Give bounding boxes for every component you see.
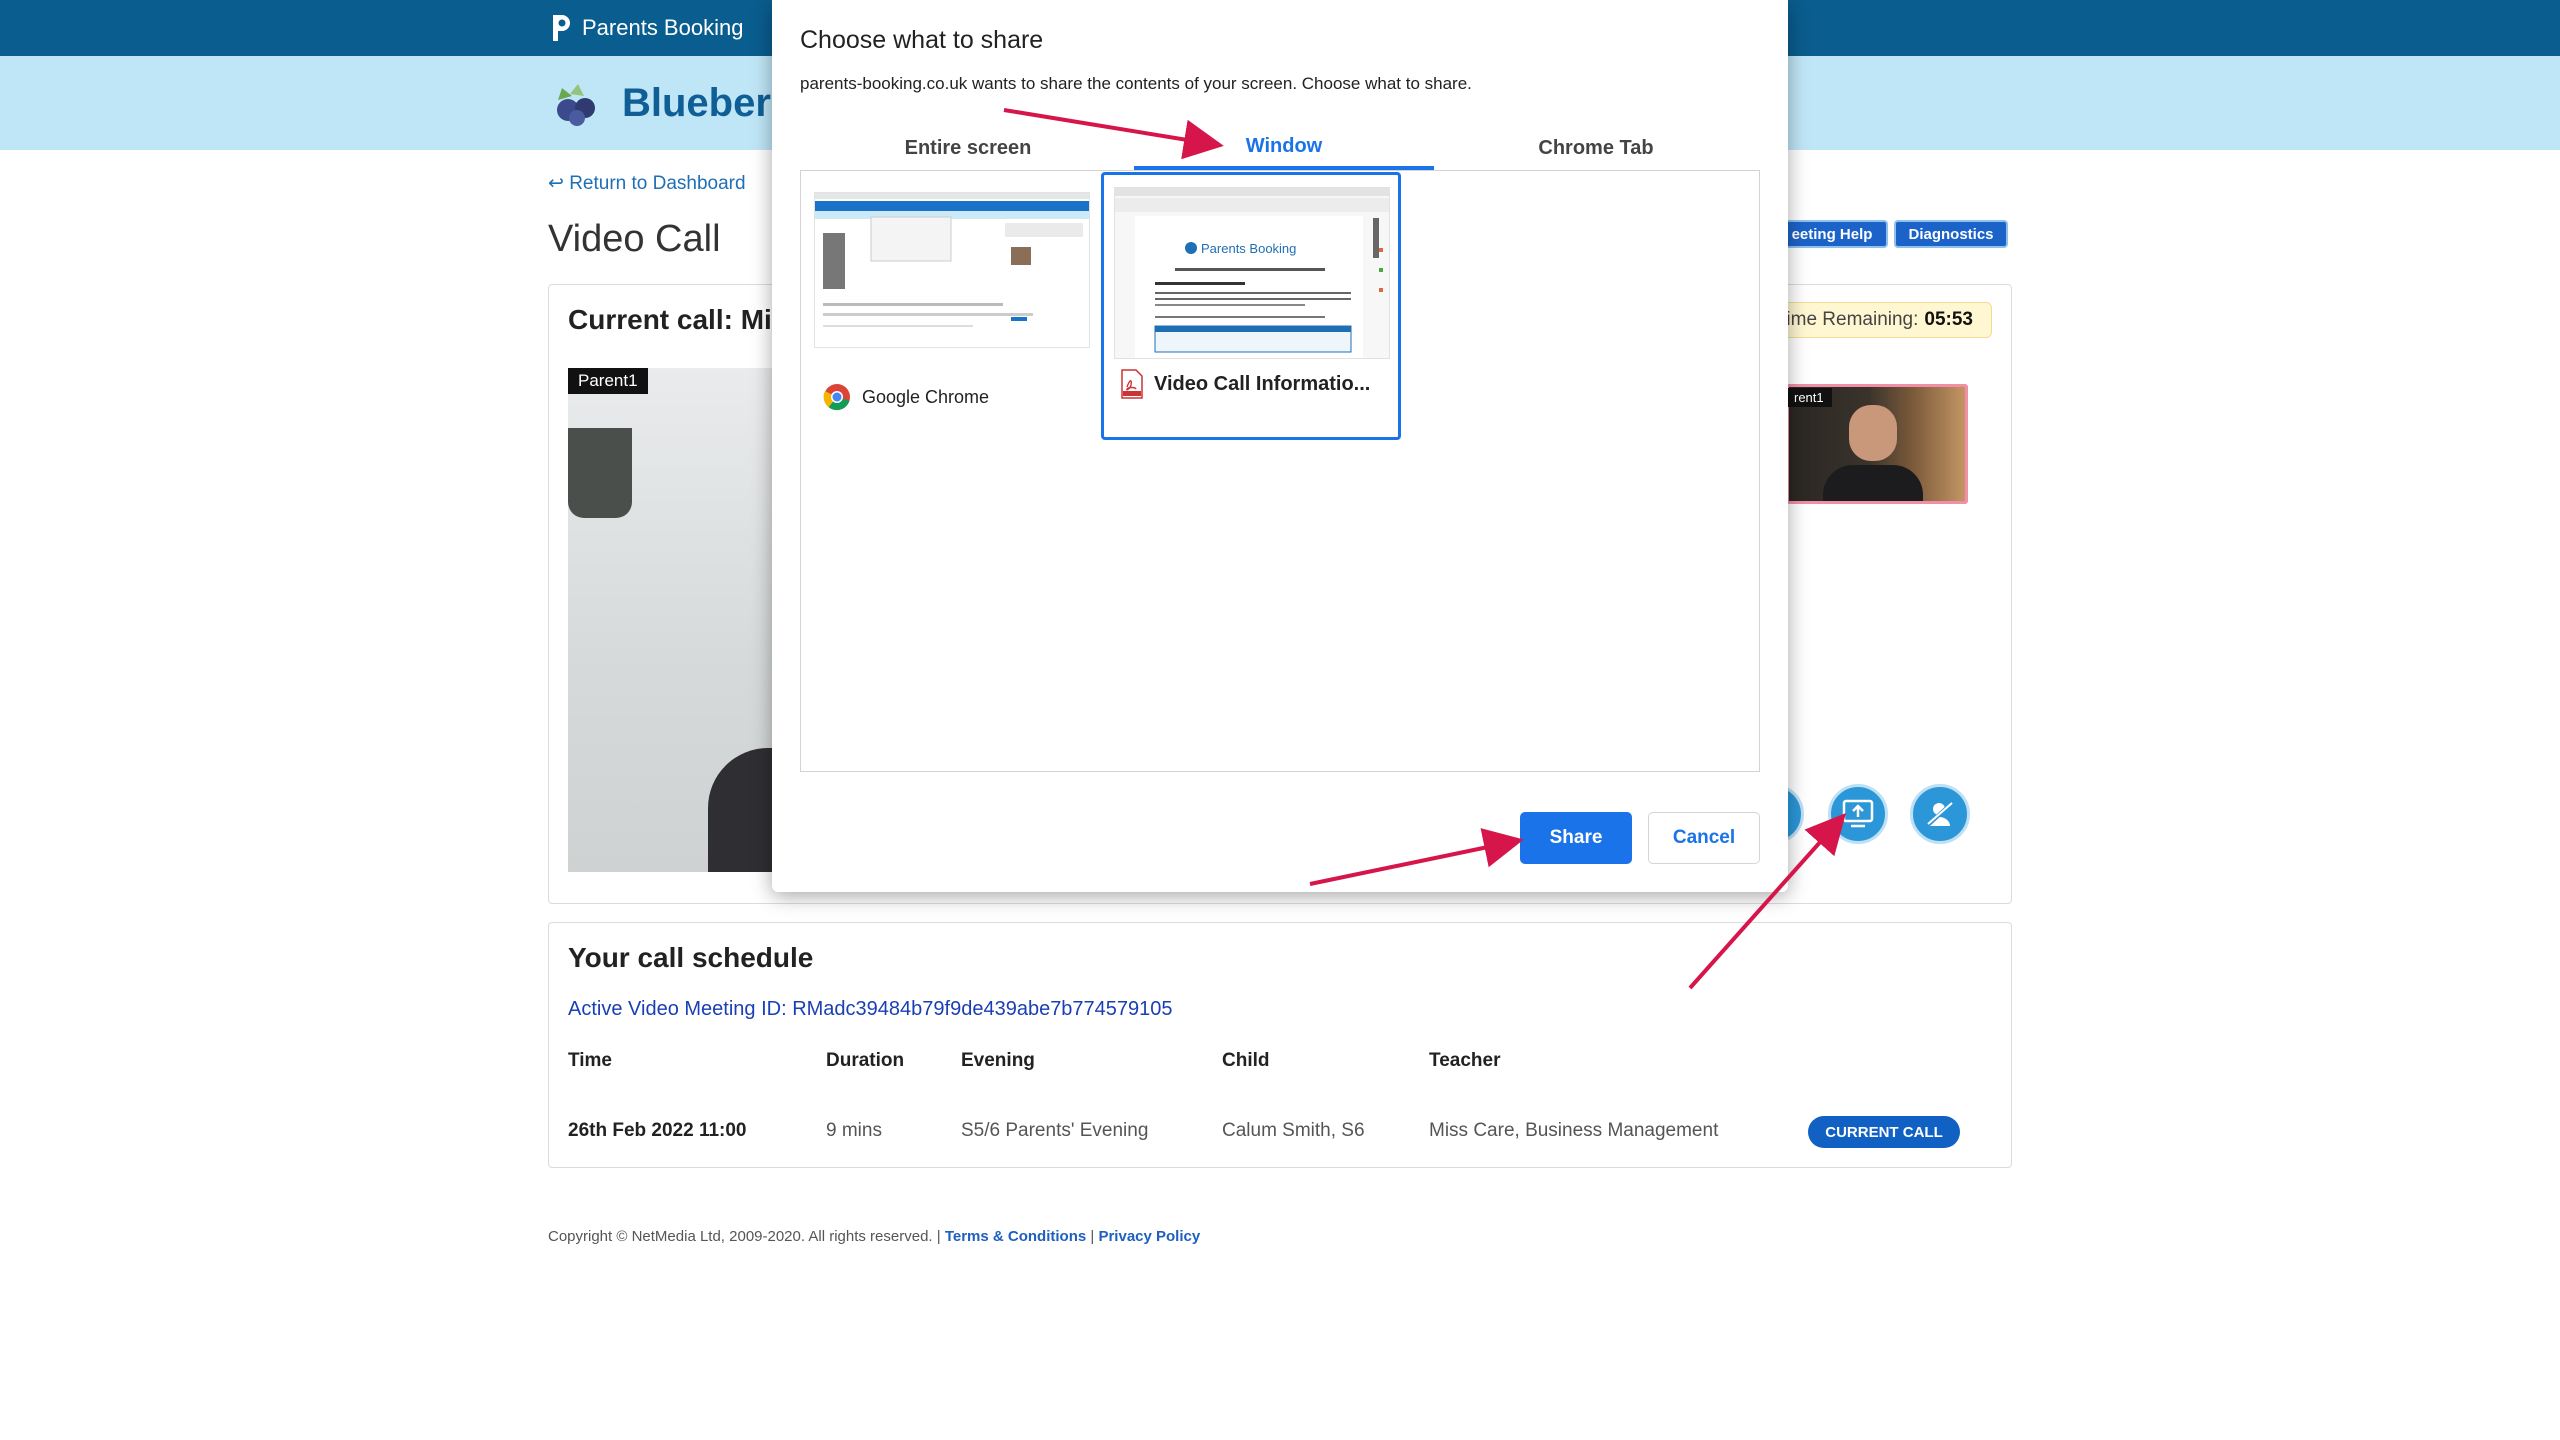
- row-time: 26th Feb 2022 11:00: [568, 1120, 747, 1141]
- share-button[interactable]: Share: [1520, 812, 1632, 864]
- row-duration: 9 mins: [826, 1120, 882, 1141]
- column-header-child: Child: [1222, 1050, 1270, 1071]
- footer-separator: |: [1086, 1228, 1099, 1245]
- pdf-window-thumbnail: Parents Booking: [1114, 187, 1390, 359]
- page-title: Video Call: [548, 218, 721, 260]
- parents-booking-logo-icon: [553, 15, 570, 41]
- screen-share-icon: [1842, 799, 1874, 828]
- self-video-shirt-shape: [1823, 465, 1923, 501]
- privacy-link[interactable]: Privacy Policy: [1098, 1228, 1200, 1245]
- brand[interactable]: Parents Booking: [548, 12, 743, 44]
- self-participant-tag: rent1: [1786, 388, 1832, 407]
- camera-off-icon: [1925, 800, 1955, 828]
- source-label: Video Call Informatio...: [1120, 369, 1370, 399]
- screen-share-button[interactable]: [1828, 784, 1888, 844]
- source-name: Google Chrome: [862, 386, 990, 407]
- row-teacher: Miss Care, Business Management: [1429, 1120, 1719, 1141]
- time-remaining-badge: ime Remaining: 05:53: [1752, 302, 1992, 338]
- school-name: Blueberr: [622, 80, 787, 125]
- terms-link[interactable]: Terms & Conditions: [945, 1228, 1086, 1245]
- source-label: Google Chrome: [822, 382, 989, 412]
- meeting-help-button[interactable]: eeting Help: [1776, 220, 1888, 248]
- source-google-chrome[interactable]: Google Chrome: [812, 178, 1112, 446]
- chrome-window-preview: [815, 193, 1089, 347]
- blueberry-logo-icon: [557, 84, 595, 126]
- pdf-thumbnail-heading: Parents Booking: [1201, 241, 1296, 256]
- tab-window[interactable]: Window: [1134, 126, 1434, 170]
- current-call-badge[interactable]: CURRENT CALL: [1808, 1116, 1960, 1148]
- brand-name: Parents Booking: [582, 15, 744, 40]
- dialog-subtitle: parents-booking.co.uk wants to share the…: [800, 74, 1472, 93]
- remote-video-feed: [568, 368, 792, 872]
- remote-participant-tag: Parent1: [568, 368, 648, 394]
- video-lamp-shape: [568, 428, 632, 518]
- row-child: Calum Smith, S6: [1222, 1120, 1365, 1141]
- time-remaining-value: 05:53: [1924, 309, 1973, 330]
- self-video-head-shape: [1849, 405, 1897, 461]
- current-call-heading: Current call: Mis: [568, 304, 788, 335]
- pdf-icon: [1121, 369, 1143, 399]
- source-video-call-information[interactable]: Parents Booking Video Call Informatio...: [1101, 172, 1401, 440]
- time-remaining-label: ime Remaining:: [1786, 309, 1919, 330]
- schedule-title: Your call schedule: [568, 942, 814, 973]
- school-header: Blueberr: [548, 78, 787, 128]
- dialog-title: Choose what to share: [800, 26, 1044, 54]
- source-name: Video Call Informatio...: [1154, 372, 1371, 395]
- row-evening: S5/6 Parents' Evening: [961, 1120, 1149, 1141]
- pdf-window-preview: Parents Booking: [1115, 188, 1389, 358]
- column-header-teacher: Teacher: [1429, 1050, 1501, 1071]
- tab-entire-screen[interactable]: Entire screen: [818, 126, 1118, 170]
- tab-chrome-tab[interactable]: Chrome Tab: [1446, 126, 1746, 170]
- chrome-icon: [823, 384, 850, 411]
- diagnostics-button[interactable]: Diagnostics: [1894, 220, 2008, 248]
- column-header-evening: Evening: [961, 1050, 1035, 1071]
- camera-toggle-button[interactable]: [1910, 784, 1970, 844]
- column-header-duration: Duration: [826, 1050, 905, 1071]
- column-header-time: Time: [568, 1050, 613, 1071]
- cancel-button[interactable]: Cancel: [1648, 812, 1760, 864]
- active-meeting-id: Active Video Meeting ID: RMadc39484b79f9…: [568, 998, 1173, 1020]
- chrome-window-thumbnail: [814, 192, 1090, 348]
- copyright-text: Copyright © NetMedia Ltd, 2009-2020. All…: [548, 1228, 945, 1245]
- return-to-dashboard-link[interactable]: ↩ Return to Dashboard: [548, 172, 746, 195]
- footer: Copyright © NetMedia Ltd, 2009-2020. All…: [548, 1228, 1200, 1245]
